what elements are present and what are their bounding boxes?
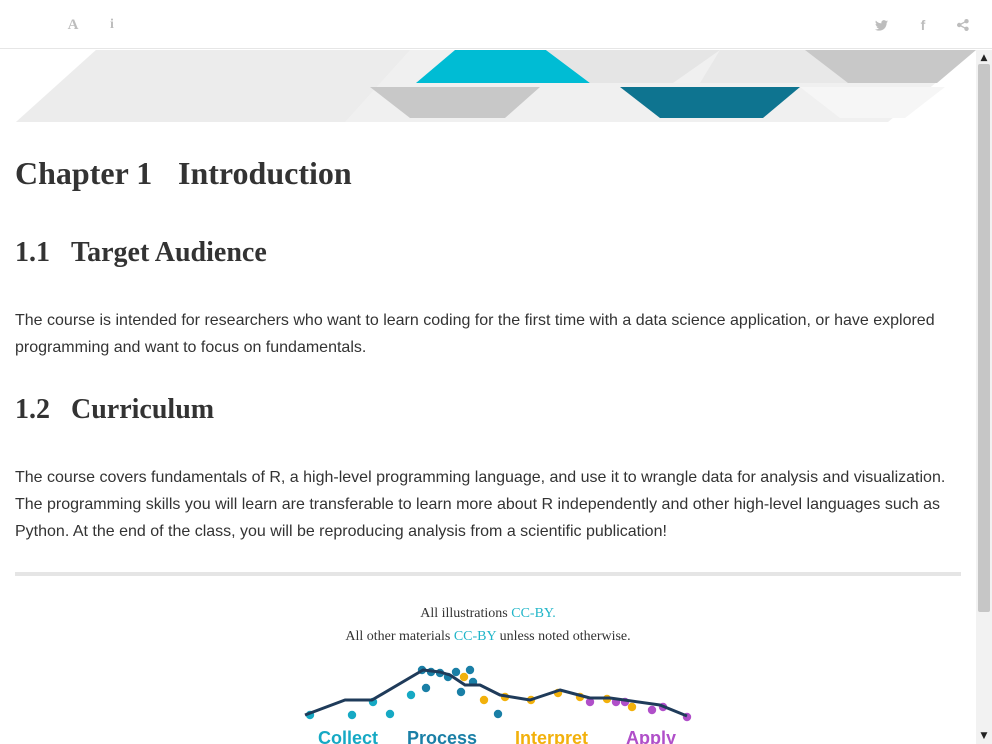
workflow-dot	[347, 710, 357, 720]
chapter-number: Chapter 1	[15, 155, 153, 191]
workflow-dot	[421, 683, 431, 693]
book-toolbar: A i f	[0, 0, 992, 49]
workflow-dot	[385, 709, 395, 719]
section-title: Target Audience	[71, 237, 267, 268]
section-number: 1.1	[15, 237, 50, 268]
header-banner-graphic	[16, 50, 976, 122]
section-heading-curriculum: 1.2 Curriculum	[15, 394, 214, 426]
font-settings-icon[interactable]: A	[62, 14, 84, 36]
cc-by-link[interactable]: CC-BY.	[511, 606, 555, 621]
footer-illustrations-license: All illustrations CC-BY.	[0, 606, 976, 622]
info-icon[interactable]: i	[101, 14, 123, 36]
workflow-dot	[406, 690, 416, 700]
share-icon[interactable]	[952, 14, 974, 36]
footer-divider	[15, 572, 961, 576]
scroll-down-arrow[interactable]: ▼	[976, 730, 992, 742]
twitter-icon[interactable]	[870, 14, 892, 36]
section-title: Curriculum	[71, 394, 215, 425]
stage-label-interpret: Interpret	[515, 728, 588, 744]
footer-text: All illustrations	[420, 606, 512, 621]
footer-text: unless noted otherwise.	[496, 629, 631, 644]
workflow-dot	[465, 665, 475, 675]
workflow-dot	[647, 705, 657, 715]
workflow-dot	[451, 667, 461, 677]
section-heading-target-audience: 1.1 Target Audience	[15, 237, 267, 269]
workflow-dot	[627, 702, 637, 712]
data-science-workflow-graphic: Collect Process Interpret Apply	[304, 665, 692, 744]
curriculum-paragraph: The course covers fundamentals of R, a h…	[15, 469, 946, 540]
cc-by-link[interactable]: CC-BY	[454, 629, 496, 644]
section-number: 1.2	[15, 394, 50, 425]
stage-label-collect: Collect	[318, 728, 378, 744]
workflow-dot	[456, 687, 466, 697]
workflow-dot	[479, 695, 489, 705]
footer-text: All other materials	[345, 629, 454, 644]
chapter-title: Introduction	[178, 155, 352, 191]
stage-label-process: Process	[407, 728, 477, 744]
target-audience-paragraph: The course is intended for researchers w…	[15, 312, 935, 356]
footer-materials-license: All other materials CC-BY unless noted o…	[0, 629, 976, 645]
scrollbar-thumb[interactable]	[978, 64, 990, 612]
stage-label-apply: Apply	[626, 728, 676, 744]
workflow-dot	[493, 709, 503, 719]
page-scrollbar[interactable]: ▲ ▼	[976, 50, 992, 744]
chapter-heading: Chapter 1 Introduction	[15, 155, 352, 192]
facebook-icon[interactable]: f	[912, 14, 934, 36]
workflow-dot	[459, 672, 469, 682]
scroll-up-arrow[interactable]: ▲	[976, 52, 992, 64]
